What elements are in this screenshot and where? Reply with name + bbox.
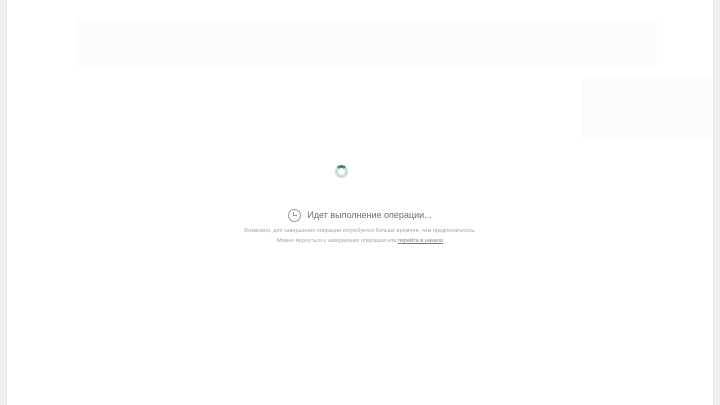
status-description: Возможно, для завершения операции потреб… — [0, 226, 720, 246]
side-panel-placeholder — [582, 78, 712, 140]
clock-icon — [288, 208, 302, 222]
status-row: Идет выполнение операции... — [0, 205, 720, 225]
status-title: Идет выполнение операции... — [307, 210, 432, 220]
header-placeholder — [77, 18, 657, 66]
loading-spinner-icon — [335, 165, 348, 178]
description-line-1: Возможно, для завершения операции потреб… — [244, 228, 476, 234]
description-line-2-text: Можно вернуться к завершению операции ил… — [276, 238, 397, 244]
page-frame — [6, 0, 714, 405]
description-line-2: Можно вернуться к завершению операции ил… — [0, 236, 720, 246]
go-to-start-link[interactable]: перейти в начало — [398, 238, 443, 244]
